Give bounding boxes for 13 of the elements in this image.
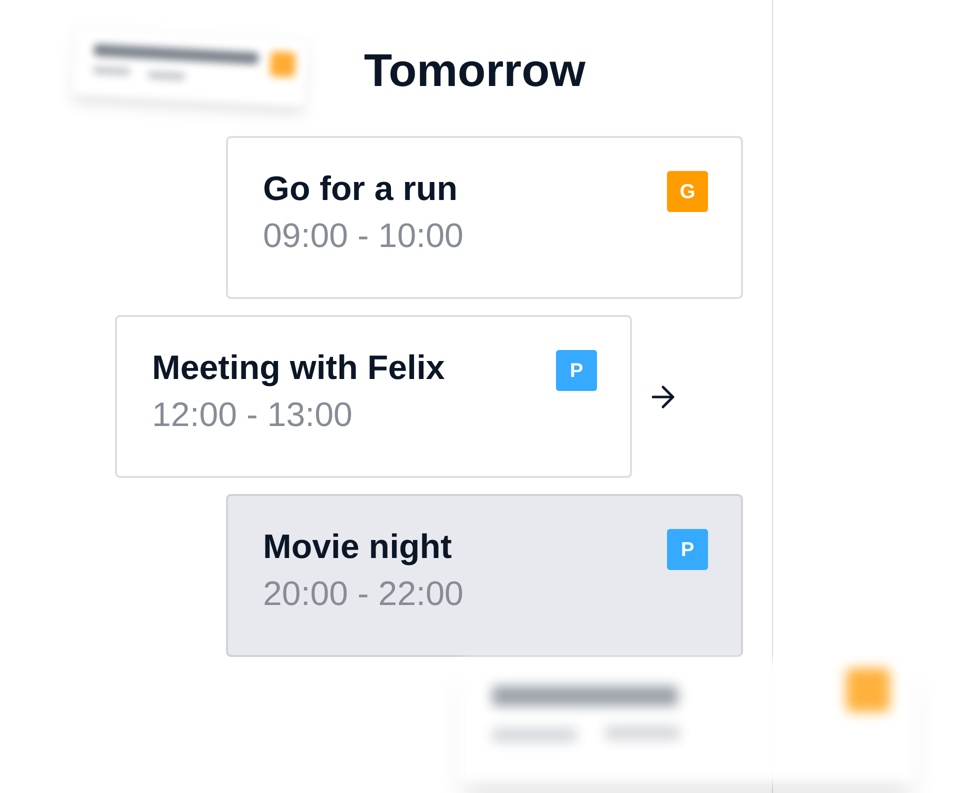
day-heading: Tomorrow: [364, 44, 586, 96]
event-time: 20:00 - 22:00: [263, 574, 464, 614]
event-time: 09:00 - 10:00: [263, 216, 464, 256]
category-tag: P: [667, 529, 708, 570]
event-card[interactable]: Meeting with Felix 12:00 - 13:00 P: [115, 315, 632, 478]
event-title: Movie night: [263, 527, 453, 567]
event-time: 12:00 - 13:00: [152, 395, 354, 435]
category-tag: G: [667, 171, 708, 212]
event-card[interactable]: Go for a run 09:00 - 10:00 G: [226, 136, 743, 299]
event-card[interactable]: Movie night 20:00 - 22:00 P: [226, 494, 743, 657]
category-tag: P: [556, 350, 597, 391]
event-title: Meeting with Felix: [152, 348, 445, 388]
event-title: Go for a run: [263, 169, 459, 209]
